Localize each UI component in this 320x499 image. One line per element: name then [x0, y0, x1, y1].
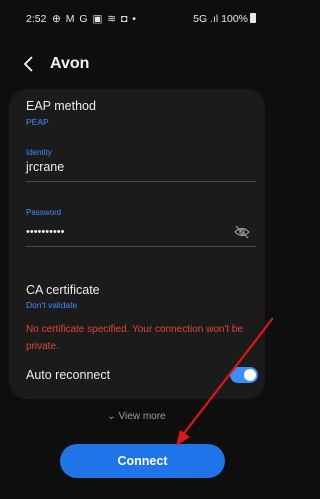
certificate-warning: No certificate specified. Your connectio… [26, 324, 244, 352]
auto-reconnect-label: Auto reconnect [26, 368, 111, 382]
network-battery-status: 5G .ıl 100% [193, 13, 256, 25]
password-field[interactable]: •••••••••• [26, 226, 65, 238]
auto-reconnect-toggle[interactable] [230, 367, 258, 383]
page-title: Avon [50, 55, 90, 72]
identity-underline [26, 181, 256, 182]
password-underline [26, 246, 256, 247]
toggle-knob [244, 369, 256, 381]
connect-button[interactable]: Connect [60, 444, 225, 478]
identity-label: Identity [26, 148, 52, 157]
battery-icon [250, 13, 256, 23]
view-more-link[interactable]: ⌄ View more [0, 411, 273, 422]
ca-certificate-label[interactable]: CA certificate [26, 283, 100, 297]
status-time: 2:52 [26, 13, 47, 25]
identity-field[interactable]: jrcrane [26, 160, 64, 174]
header: Avon [0, 50, 273, 78]
eap-method-label[interactable]: EAP method [26, 99, 96, 113]
status-bar: 2:52 ⊕ M G ▣ ≋ ◘ • 5G .ıl 100% [0, 0, 273, 36]
eap-method-value[interactable]: PEAP [26, 117, 49, 127]
notification-icons: ⊕ M G ▣ ≋ ◘ • [52, 13, 137, 25]
back-icon[interactable] [22, 54, 36, 74]
ca-certificate-value[interactable]: Don't validate [26, 300, 77, 310]
eye-off-icon[interactable] [234, 225, 250, 239]
network-status: 5G .ıl 100% [193, 13, 248, 25]
password-label: Password [26, 208, 62, 217]
